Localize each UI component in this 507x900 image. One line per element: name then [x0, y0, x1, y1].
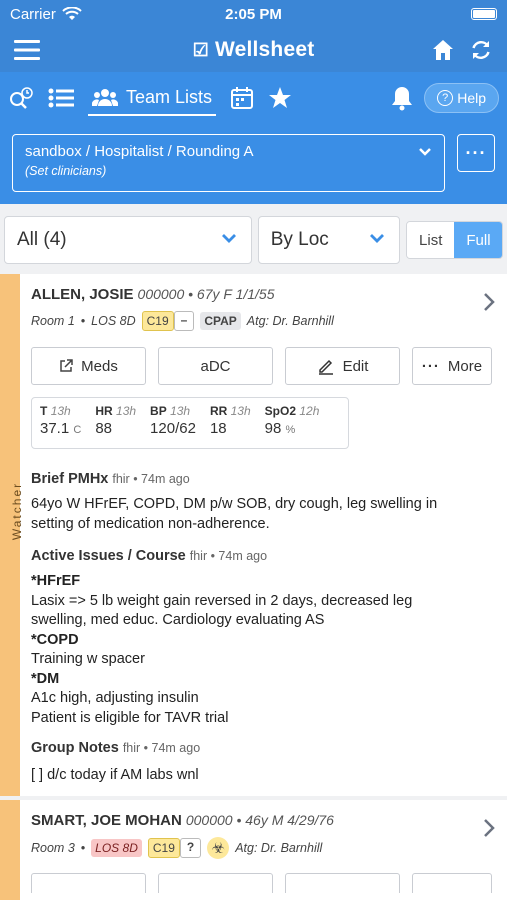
patient-card[interactable]: Watcher ALLEN, JOSIE 000000 • 67y F 1/1/5…	[0, 274, 507, 796]
attending-label: Atg: Dr. Barnhill	[246, 314, 334, 328]
edit-button[interactable]: Edit	[285, 347, 400, 385]
patient-actions	[31, 872, 496, 893]
adc-label: aDC	[200, 357, 231, 375]
brief-pmhx-heading: Brief PMHx fhir • 74m ago	[31, 471, 190, 487]
patient-subline: Room 3 • LOS 8D C19? ☣ Atg: Dr. Barnhill	[31, 836, 496, 859]
chevron-down-icon	[419, 148, 431, 156]
top-header: Carrier 2:05 PM ☑ Wellsheet Team Lists ?…	[0, 0, 507, 204]
c19-status-badge: ?	[179, 837, 202, 858]
chevron-right-icon[interactable]	[483, 292, 495, 312]
c19-badge: C19	[147, 837, 180, 858]
active-issues-text: *HFrEF Lasix => 5 lb weight gain reverse…	[31, 573, 413, 726]
los-badge: LOS 8D	[91, 838, 142, 857]
bell-icon[interactable]	[390, 85, 414, 111]
edit-label: Edit	[342, 357, 369, 375]
brief-pmhx-text: 64yo W HFrEF, COPD, DM p/w SOB, dry coug…	[31, 496, 438, 532]
edit-button[interactable]	[285, 872, 400, 893]
vital-spo2: SpO2 12h 98 %	[264, 404, 320, 437]
patient-actions: Meds aDC Edit ··· More	[31, 347, 496, 385]
patient-card[interactable]: SMART, JOE MOHAN 000000 • 46y M 4/29/76 R…	[0, 799, 507, 900]
chevron-right-icon[interactable]	[483, 818, 495, 838]
view-list-button[interactable]: List	[407, 222, 455, 258]
list-options-button[interactable]: ···	[457, 134, 495, 172]
app-brand: ☑ Wellsheet	[0, 38, 507, 62]
help-button[interactable]: ? Help	[424, 83, 499, 113]
room-label: Room 3	[31, 840, 75, 855]
more-button[interactable]: ··· More	[412, 347, 492, 385]
filter-bar: All (4) By Loc List Full	[0, 204, 507, 274]
adc-button[interactable]: aDC	[158, 347, 273, 385]
watcher-flag	[0, 799, 20, 900]
sort-value: By Loc	[270, 229, 329, 250]
chevron-down-icon	[370, 234, 385, 243]
vital-bp: BP 13h 120/62	[150, 404, 196, 437]
vital-hr: HR 13h 88	[95, 404, 137, 437]
patient-name: SMART, JOE MOHAN	[31, 811, 182, 829]
help-circle-icon: ?	[437, 90, 454, 106]
more-button[interactable]	[412, 872, 492, 893]
list-selector-bar: sandbox / Hospitalist / Rounding A (Set …	[0, 124, 507, 204]
patient-name: ALLEN, JOSIE	[31, 286, 134, 303]
active-issues-heading: Active Issues / Course fhir • 74m ago	[31, 548, 268, 564]
view-toggle: List Full	[406, 221, 504, 259]
vitals-panel[interactable]: T 13h 37.1 C HR 13h 88 BP 13h 120/62 RR …	[31, 397, 349, 449]
toolbar: Team Lists ? Help	[0, 72, 507, 124]
meds-button[interactable]: Meds	[31, 347, 146, 385]
calendar-icon[interactable]	[230, 86, 254, 110]
patient-subline: Room 1 • LOS 8D C19– CPAP Atg: Dr. Barnhi…	[31, 311, 496, 331]
external-link-icon	[60, 359, 73, 372]
patient-name-row: ALLEN, JOSIE 000000 • 67y F 1/1/55	[31, 286, 496, 303]
patient-meta: 000000 • 67y F 1/1/55	[137, 286, 275, 302]
meds-label: Meds	[81, 357, 118, 375]
watcher-flag: Watcher	[0, 274, 24, 796]
sort-select[interactable]: By Loc	[257, 216, 401, 264]
adc-button[interactable]	[158, 872, 273, 893]
clock: 2:05 PM	[225, 5, 282, 23]
c19-badge: C19	[141, 311, 174, 331]
app-bar: ☑ Wellsheet	[0, 28, 507, 72]
more-label: More	[447, 357, 483, 375]
more-dots-icon: ···	[421, 357, 440, 375]
patient-name-row: SMART, JOE MOHAN 000000 • 46y M 4/29/76	[31, 812, 496, 829]
group-filter-value: All (4)	[17, 229, 67, 250]
patient-meta: 000000 • 46y M 4/29/76	[185, 811, 334, 828]
set-clinicians-label: (Set clinicians)	[25, 164, 107, 178]
group-notes-heading: Group Notes fhir • 74m ago	[31, 740, 201, 756]
pencil-icon	[318, 359, 333, 375]
battery-icon	[471, 8, 497, 20]
group-filter-select[interactable]: All (4)	[4, 216, 252, 264]
brand-label: Wellsheet	[214, 38, 315, 61]
team-icon	[92, 89, 118, 106]
list-icon[interactable]	[48, 87, 74, 109]
team-list-select[interactable]: sandbox / Hospitalist / Rounding A (Set …	[12, 134, 445, 192]
star-icon[interactable]	[268, 86, 292, 110]
attending-label: Atg: Dr. Barnhill	[235, 840, 323, 855]
logo-icon: ☑	[192, 40, 209, 60]
meds-button[interactable]	[31, 872, 146, 893]
cpap-badge: CPAP	[200, 312, 241, 330]
group-notes-text: [ ] d/c today if AM labs wnl	[31, 767, 199, 783]
team-lists-label: Team Lists	[126, 86, 213, 107]
view-full-button[interactable]: Full	[454, 222, 503, 258]
chevron-down-icon	[221, 234, 236, 243]
los-label: LOS 8D	[91, 314, 136, 328]
team-list-path: sandbox / Hospitalist / Rounding A	[25, 143, 254, 160]
c19-status-badge: –	[173, 311, 195, 331]
tab-team-lists[interactable]: Team Lists	[88, 81, 217, 116]
vital-temp: T 13h 37.1 C	[40, 404, 82, 437]
help-label: Help	[457, 90, 486, 106]
patient-search-icon[interactable]	[8, 86, 34, 110]
room-label: Room 1	[31, 314, 75, 328]
biohazard-icon: ☣	[207, 836, 230, 859]
vital-rr: RR 13h 18	[209, 404, 251, 437]
status-bar: Carrier 2:05 PM	[0, 0, 507, 28]
